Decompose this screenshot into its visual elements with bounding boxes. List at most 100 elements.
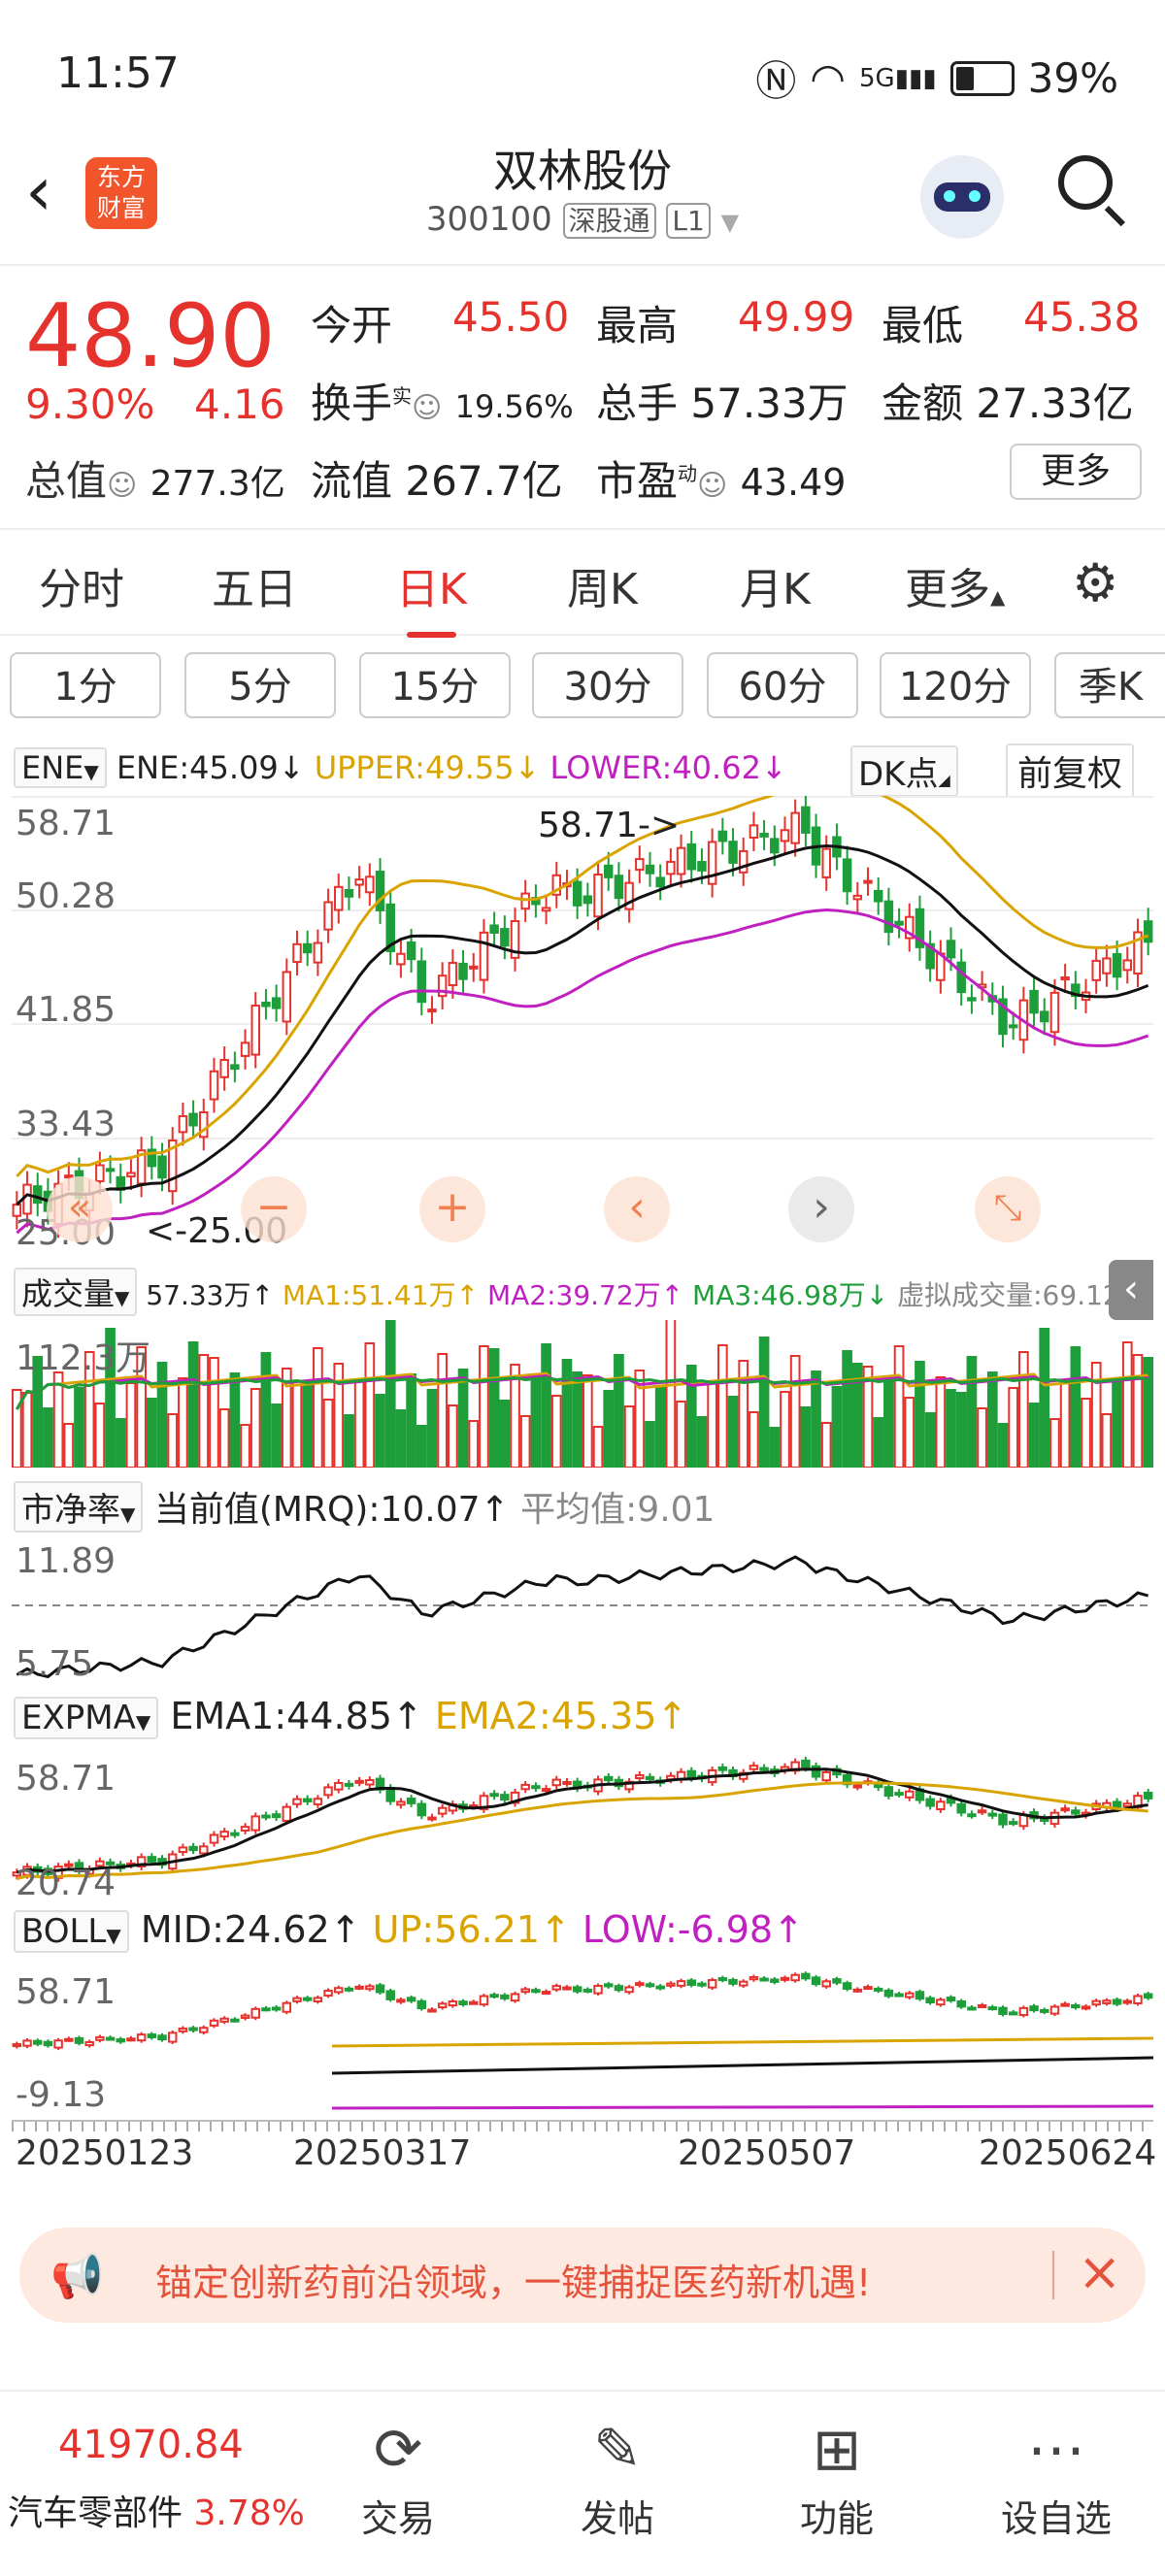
volume-bar (780, 1391, 790, 1468)
volume-bar (582, 1374, 593, 1468)
candle-body (842, 858, 852, 893)
volume-bar (302, 1383, 314, 1468)
tab-daily-k[interactable]: 日K (396, 554, 467, 638)
market-cap: 总值☺ 277.3亿 (25, 457, 285, 505)
chevron-left-icon[interactable]: ‹ (604, 1176, 670, 1242)
volume-bar (915, 1361, 925, 1468)
candle-body (271, 1813, 282, 1819)
candle-body (624, 1986, 634, 1994)
candle-body (53, 2039, 63, 2049)
candle-body (406, 941, 416, 961)
price-axis-label: 33.43 (16, 1105, 116, 1144)
tab-more[interactable]: 更多▲ (905, 554, 1005, 616)
period-quarter-k[interactable]: 季K (1054, 652, 1165, 718)
candle-body (531, 1785, 541, 1790)
candle-body (1029, 2005, 1039, 2012)
index-info[interactable]: 汽车零部件 3.78% (8, 2485, 305, 2535)
period-1min[interactable]: 1分 (10, 652, 161, 718)
nav-trade[interactable]: ⟳ 交易 (301, 2411, 495, 2542)
period-15min[interactable]: 15分 (359, 652, 511, 718)
candle-body (686, 842, 696, 871)
candle-body (416, 1999, 427, 2010)
dk-point-button[interactable]: DK点◢ (850, 745, 958, 797)
pb-line (16, 1555, 1149, 1679)
candle-body (406, 1798, 416, 1804)
nav-functions[interactable]: ⊞ 功能 (740, 2411, 934, 2542)
candle-body (396, 1800, 406, 1806)
candle-body (1071, 1809, 1081, 1815)
candle-body (375, 871, 385, 911)
volume-bar (924, 1412, 936, 1468)
candle-body (873, 889, 883, 903)
pb-average: 平均值:9.01 (520, 1490, 716, 1530)
collapse-panel-icon[interactable]: ‹ (1109, 1260, 1153, 1320)
promo-banner[interactable]: 📢 锚定创新药前沿领域，一键捕捉医药新机遇! × (19, 2228, 1146, 2323)
zoom-out-icon[interactable]: − (241, 1176, 307, 1242)
boll-low: LOW:-6.98↑ (582, 1908, 804, 1951)
ene-selector[interactable]: ENE▼ (14, 747, 107, 788)
volume-bar (645, 1421, 655, 1468)
candle-body (1029, 989, 1039, 1014)
period-60min[interactable]: 60分 (707, 652, 858, 718)
boll-selector[interactable]: BOLL▼ (14, 1910, 129, 1953)
candle-body (219, 1831, 229, 1838)
search-icon[interactable] (1058, 155, 1125, 227)
nav-post[interactable]: ✎ 发帖 (520, 2411, 715, 2542)
nav-add-watchlist[interactable]: ⋯ 设自选 (959, 2411, 1153, 2542)
candle-body (385, 1787, 395, 1802)
period-120min[interactable]: 120分 (880, 652, 1031, 718)
candle-body (1102, 957, 1112, 974)
ene-lower-line (16, 908, 1149, 1235)
candle-body (967, 1813, 977, 1818)
candle-body (261, 1814, 271, 1819)
volume-bar (1101, 1413, 1113, 1468)
candle-body (531, 1989, 541, 1994)
volume-selector[interactable]: 成交量▼ (14, 1268, 138, 1316)
candle-body (240, 1041, 250, 1057)
date-label: 20250317 (293, 2133, 472, 2173)
candle-body (1008, 1821, 1018, 1826)
candle-body (977, 2003, 987, 2008)
candle-body (863, 879, 873, 884)
volume-bar (1059, 1382, 1071, 1468)
candle-body (1049, 2005, 1060, 2015)
robot-assistant-icon[interactable] (920, 155, 1004, 239)
candle-body (821, 1770, 831, 1782)
volume-bar (883, 1381, 894, 1468)
candle-body (500, 928, 510, 947)
candle-body (520, 1988, 530, 1994)
index-value[interactable]: 41970.84 (58, 2423, 244, 2467)
candle-body (105, 2036, 116, 2041)
tab-five-day[interactable]: 五日 (212, 554, 297, 616)
candle-body (541, 1991, 551, 1996)
candle-body (261, 2007, 271, 2012)
status-bar: 11:57 Ⓝ ◠ 5G▮▮▮ 39% (0, 0, 1165, 146)
adjustment-button[interactable]: 前复权 (1006, 743, 1135, 798)
period-30min[interactable]: 30分 (532, 652, 683, 718)
candle-body (219, 1059, 229, 1078)
close-icon[interactable]: × (1078, 2241, 1121, 2302)
more-button[interactable]: 更多 (1010, 444, 1142, 500)
tab-weekly-k[interactable]: 周K (567, 554, 638, 616)
boll-chart (12, 1971, 1153, 2110)
candle-body (1122, 959, 1133, 972)
fast-rewind-icon[interactable]: « (47, 1176, 113, 1242)
boll-axis-top: 58.71 (16, 1972, 116, 2012)
candle-body (219, 2017, 229, 2023)
volume-bar (842, 1350, 852, 1468)
candlestick-chart[interactable] (12, 796, 1153, 1252)
chevron-right-icon[interactable]: › (788, 1176, 854, 1242)
period-5min[interactable]: 5分 (184, 652, 336, 718)
candle-body (147, 2033, 157, 2039)
candle-body (873, 1987, 883, 1992)
tab-monthly-k[interactable]: 月K (740, 554, 811, 616)
zoom-in-icon[interactable]: + (419, 1176, 485, 1242)
gear-icon[interactable]: ⚙ (1072, 552, 1118, 613)
fullscreen-icon[interactable]: ⤡ (975, 1176, 1041, 1242)
candle-body (562, 1780, 572, 1785)
info-icon: ☺ (697, 469, 728, 503)
tab-intraday[interactable]: 分时 (39, 554, 124, 616)
expma-selector[interactable]: EXPMA▼ (14, 1697, 159, 1739)
candle-body (728, 1978, 738, 1985)
pb-selector[interactable]: 市净率▼ (14, 1481, 144, 1533)
